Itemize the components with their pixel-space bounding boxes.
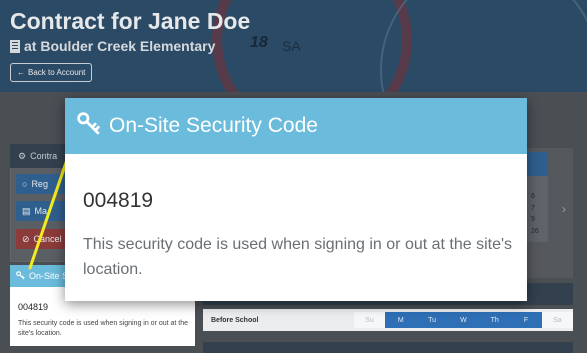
calendar-date[interactable]: 26 (531, 228, 539, 235)
arrow-left-icon: ← (17, 68, 25, 77)
register-button[interactable]: ○ Reg (16, 174, 71, 194)
key-icon (16, 270, 25, 282)
calendar-date[interactable]: 6 (531, 193, 535, 200)
modal-security-code: 004819 (83, 189, 154, 212)
security-code-modal: On-Site Security Code 004819 This securi… (65, 98, 527, 301)
page-subtitle: at Boulder Creek Elementary (10, 38, 215, 54)
header-graphic-number: SA (282, 38, 301, 54)
contract-panel-title: Contra (30, 151, 58, 161)
car-icon: ▤ (22, 205, 31, 216)
page-title: Contract for Jane Doe (10, 8, 251, 34)
header-graphic-number: 18 (250, 34, 268, 51)
day-thursday[interactable]: Th (479, 312, 511, 328)
cancel-button[interactable]: ⊘ Cancel (16, 229, 71, 249)
security-code-card-title: On-Site S (29, 271, 69, 281)
next-section-header (203, 342, 573, 353)
site-name: at Boulder Creek Elementary (24, 38, 216, 54)
day-saturday[interactable]: Sa (541, 312, 573, 328)
gear-icon: ⚙ (18, 150, 27, 161)
circle-icon: ○ (22, 179, 28, 189)
modal-title: On-Site Security Code (109, 114, 318, 137)
modal-header: On-Site Security Code (65, 98, 527, 154)
security-code-value: 004819 (18, 302, 49, 312)
day-sunday[interactable]: Su (353, 312, 386, 328)
register-button-label: Reg (31, 179, 48, 189)
day-friday[interactable]: F (510, 312, 542, 328)
day-wednesday[interactable]: W (447, 312, 480, 328)
calendar-date[interactable]: 7 (531, 205, 535, 212)
cancel-icon: ⊘ (22, 233, 30, 244)
manage-button[interactable]: ▤ Ma (16, 201, 71, 221)
page-header: 18 SA Contract for Jane Doe at Boulder C… (0, 0, 587, 92)
calendar-date[interactable]: 9 (531, 216, 535, 223)
security-code-description: This security code is used when signing … (18, 320, 189, 337)
key-icon (76, 111, 101, 141)
modal-description: This security code is used when signing … (83, 236, 513, 278)
header-ring-graphic (380, 0, 587, 92)
back-to-account-button[interactable]: ← Back to Account (10, 63, 93, 82)
chevron-right-icon[interactable]: › (562, 202, 566, 216)
calendar-column-header (525, 152, 548, 176)
manage-button-label: Ma (34, 206, 48, 216)
schedule-row-label: Before School (211, 316, 259, 324)
building-icon (10, 39, 20, 53)
cancel-button-label: Cancel (33, 234, 62, 244)
day-tuesday[interactable]: Tu (416, 312, 448, 328)
back-button-label: Back to Account (28, 68, 86, 77)
day-monday[interactable]: M (385, 312, 417, 328)
schedule-row: Before School Su M Tu W Th F Sa (203, 309, 573, 331)
